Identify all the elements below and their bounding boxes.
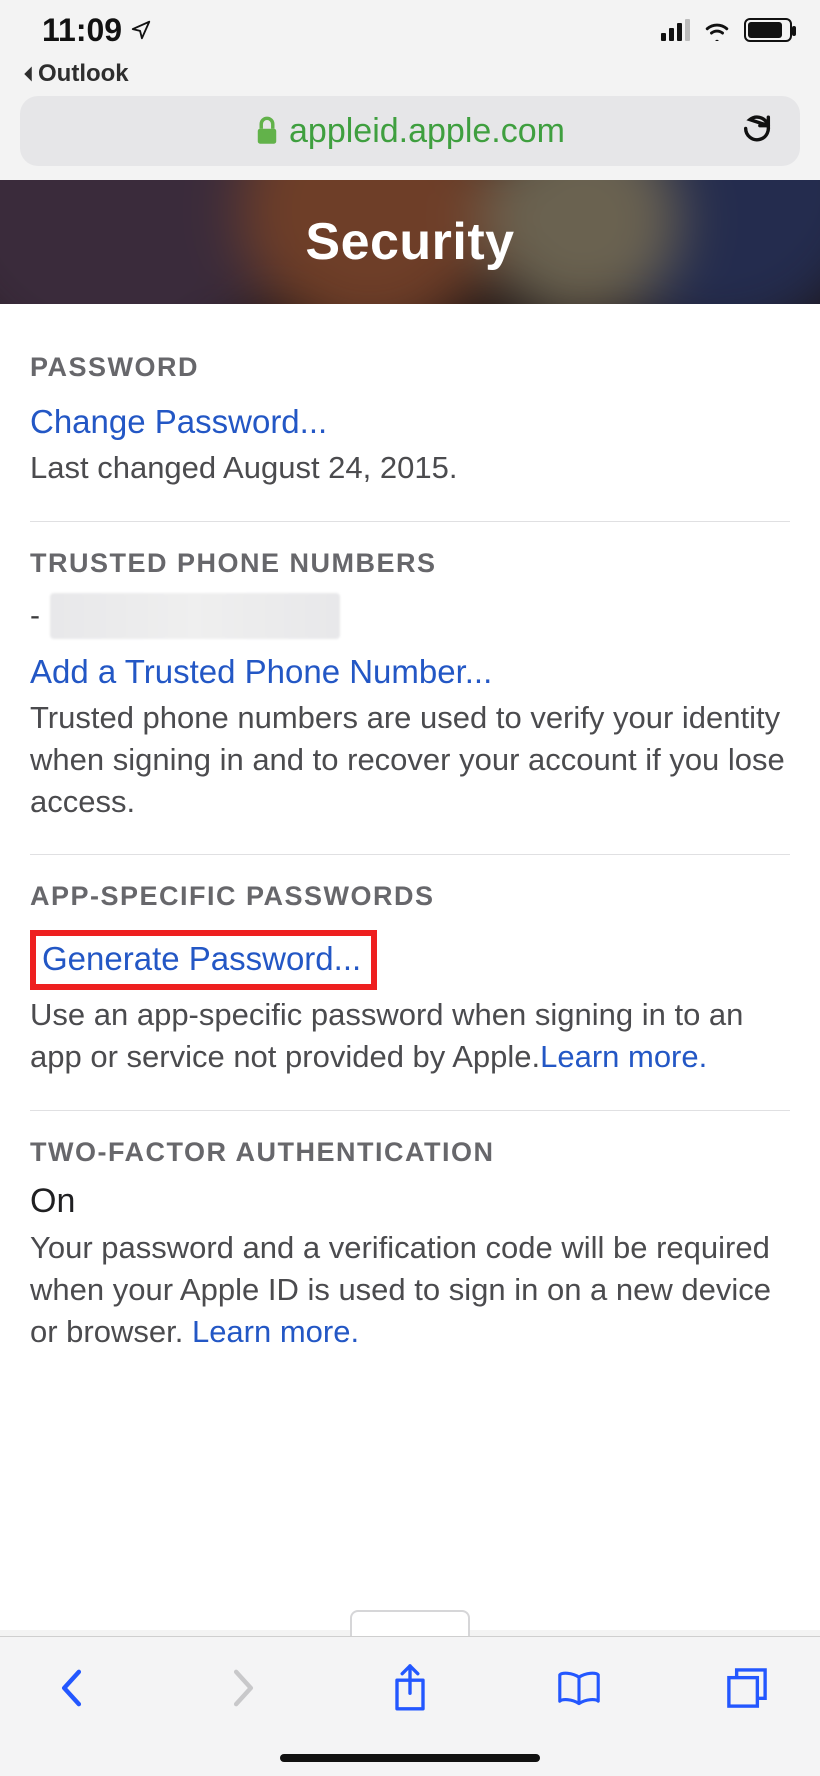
- address-bar[interactable]: appleid.apple.com: [20, 96, 800, 166]
- address-bar-container: appleid.apple.com: [0, 92, 820, 180]
- section-app-passwords: APP-SPECIFIC PASSWORDS Generate Password…: [30, 881, 790, 1078]
- back-app-label: Outlook: [38, 60, 129, 88]
- lock-icon: [255, 116, 279, 146]
- trusted-heading: TRUSTED PHONE NUMBERS: [30, 548, 790, 579]
- tabs-icon: [725, 1666, 769, 1710]
- trusted-number-redacted: [50, 593, 340, 639]
- highlight-box: Generate Password...: [30, 930, 377, 990]
- url-text: appleid.apple.com: [289, 112, 565, 151]
- app-pw-description: Use an app-specific password when signin…: [30, 994, 790, 1078]
- main-content: PASSWORD Change Password... Last changed…: [0, 304, 820, 1630]
- generate-password-link[interactable]: Generate Password...: [42, 940, 361, 978]
- reload-button[interactable]: [740, 112, 774, 151]
- divider: [30, 1110, 790, 1111]
- safari-toolbar: [0, 1636, 820, 1776]
- trusted-description: Trusted phone numbers are used to verify…: [30, 697, 790, 823]
- page-title: Security: [305, 212, 514, 272]
- back-button[interactable]: [48, 1663, 98, 1713]
- share-button[interactable]: [385, 1663, 435, 1713]
- trusted-number-dash: -: [30, 599, 40, 633]
- cellular-icon: [661, 19, 690, 41]
- tfa-learn-more-link[interactable]: Learn more.: [192, 1314, 359, 1349]
- chevron-left-icon: [20, 64, 36, 84]
- add-trusted-number-link[interactable]: Add a Trusted Phone Number...: [30, 653, 492, 691]
- app-pw-heading: APP-SPECIFIC PASSWORDS: [30, 881, 790, 912]
- tfa-desc-text: Your password and a verification code wi…: [30, 1230, 771, 1349]
- home-indicator[interactable]: [280, 1754, 540, 1762]
- divider: [30, 521, 790, 522]
- back-to-app[interactable]: Outlook: [0, 60, 820, 92]
- trusted-number-row: -: [30, 593, 790, 639]
- chevron-left-icon: [58, 1666, 88, 1710]
- wifi-icon: [702, 19, 732, 41]
- app-pw-learn-more-link[interactable]: Learn more.: [540, 1039, 707, 1074]
- section-password: PASSWORD Change Password... Last changed…: [30, 352, 790, 489]
- change-password-link[interactable]: Change Password...: [30, 403, 327, 441]
- battery-icon: [744, 18, 792, 42]
- location-icon: [130, 19, 152, 41]
- share-icon: [390, 1662, 430, 1714]
- tfa-heading: TWO-FACTOR AUTHENTICATION: [30, 1137, 790, 1168]
- time-text: 11:09: [42, 12, 122, 49]
- chevron-right-icon: [227, 1666, 257, 1710]
- status-icons: [661, 18, 792, 42]
- reload-icon: [740, 112, 774, 146]
- forward-button: [217, 1663, 267, 1713]
- partial-popup-edge: [350, 1610, 470, 1638]
- divider: [30, 854, 790, 855]
- tfa-status: On: [30, 1182, 790, 1221]
- section-trusted-numbers: TRUSTED PHONE NUMBERS - Add a Trusted Ph…: [30, 548, 790, 823]
- status-bar: 11:09: [0, 0, 820, 60]
- status-time: 11:09: [42, 12, 152, 49]
- tfa-description: Your password and a verification code wi…: [30, 1227, 790, 1353]
- page-banner: Security: [0, 180, 820, 304]
- password-last-changed: Last changed August 24, 2015.: [30, 447, 790, 489]
- book-icon: [555, 1668, 603, 1708]
- bookmarks-button[interactable]: [554, 1663, 604, 1713]
- section-two-factor: TWO-FACTOR AUTHENTICATION On Your passwo…: [30, 1137, 790, 1353]
- tabs-button[interactable]: [722, 1663, 772, 1713]
- password-heading: PASSWORD: [30, 352, 790, 383]
